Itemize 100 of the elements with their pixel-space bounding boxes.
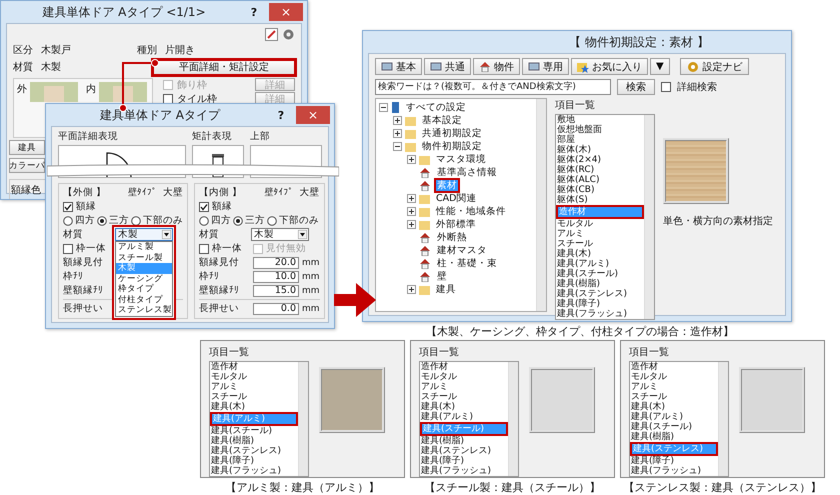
- expand-icon[interactable]: [407, 285, 416, 294]
- list-heading: 項目一覧: [555, 99, 596, 112]
- toolbar-button[interactable]: 基本: [375, 58, 422, 75]
- expand-icon[interactable]: [393, 116, 402, 125]
- side-button[interactable]: 建具: [9, 140, 45, 155]
- tree-item[interactable]: CAD関連: [433, 191, 480, 206]
- radio-label: 三方: [245, 214, 265, 227]
- house-icon: [419, 180, 431, 191]
- tree-item[interactable]: 柱・基礎・束: [434, 256, 500, 271]
- close-button[interactable]: ×: [296, 106, 330, 124]
- field-label: 額縁見付: [199, 256, 240, 269]
- folder-icon: [405, 116, 416, 126]
- checkbox-label: 枠一体: [76, 242, 106, 255]
- folder-icon: [405, 128, 416, 138]
- panel-heading: 【外側 】: [63, 186, 106, 199]
- toolbar-button[interactable]: お気に入り: [571, 58, 648, 75]
- expand-icon[interactable]: [407, 207, 416, 216]
- search-button[interactable]: 検索: [617, 79, 655, 95]
- view-label: 平面詳細表現: [58, 130, 119, 143]
- checkbox[interactable]: [199, 202, 209, 212]
- house-icon: [419, 271, 431, 282]
- expand-icon[interactable]: [393, 129, 402, 138]
- material-select[interactable]: 木製: [251, 228, 309, 241]
- radio-label: 四方: [211, 214, 231, 227]
- radio-button[interactable]: [199, 216, 209, 226]
- radio-button[interactable]: [97, 216, 107, 226]
- field-label: 壁ﾀｲﾌﾟ: [128, 186, 157, 199]
- list-heading: 項目一覧: [419, 346, 460, 359]
- toolbar-button[interactable]: 専用: [522, 58, 569, 75]
- field-label: 材質: [13, 60, 33, 74]
- radio-button[interactable]: [233, 216, 243, 226]
- tree-item[interactable]: 物件初期設定: [419, 139, 485, 154]
- checkbox[interactable]: [661, 82, 671, 92]
- list-heading: 項目一覧: [209, 346, 250, 359]
- checkbox-label: 額縁: [76, 200, 96, 213]
- example-caption: 【アルミ製：建具（アルミ）】: [224, 480, 380, 495]
- field-label: 枠ﾁﾘ: [199, 270, 220, 283]
- field-value: 木製戸: [41, 44, 71, 56]
- tree-item[interactable]: 基本設定: [419, 113, 465, 128]
- section-label: 額縁色: [11, 185, 41, 196]
- tree-item[interactable]: マスタ環境: [433, 152, 489, 167]
- tree-item[interactable]: 性能・地域条件: [433, 204, 509, 219]
- window-title: 【 物件初期設定：素材 】: [568, 34, 710, 50]
- field-label: 壁額縁ﾁﾘ: [199, 284, 240, 297]
- expand-icon[interactable]: [407, 194, 416, 203]
- collapse-icon[interactable]: [393, 142, 402, 151]
- settings-button[interactable]: 平面詳細・矩計設定: [153, 60, 295, 74]
- tree-item[interactable]: 外部標準: [433, 217, 479, 232]
- number-field[interactable]: 15.0: [253, 284, 299, 296]
- unit-label: mm: [302, 304, 320, 314]
- tree-item[interactable]: 外断熱: [434, 230, 470, 245]
- folder-icon: [419, 284, 430, 294]
- tree-item[interactable]: 建具: [433, 282, 459, 297]
- field-label: 額縁見付: [63, 256, 104, 269]
- door-preview-image: [30, 82, 78, 102]
- help-button[interactable]: ?: [270, 108, 292, 122]
- expand-icon[interactable]: [407, 220, 416, 229]
- field-label: 壁額縁ﾁﾘ: [63, 284, 104, 297]
- search-field[interactable]: 検索ワードは？(複数可。＆付きでAND検索文字): [375, 79, 611, 95]
- field-value: 大壁: [300, 186, 320, 199]
- number-field[interactable]: 10.0: [253, 270, 299, 282]
- radio-button[interactable]: [63, 216, 73, 226]
- checkbox[interactable]: [63, 244, 73, 254]
- expand-icon[interactable]: [407, 155, 416, 164]
- checkbox-label: 額縁: [212, 200, 232, 213]
- folder-icon: [405, 142, 416, 152]
- tree-item[interactable]: 基準高さ情報: [434, 165, 500, 180]
- field-label: 壁ﾀｲﾌﾟ: [264, 186, 294, 199]
- gear-icon[interactable]: [282, 28, 295, 40]
- radio-button[interactable]: [267, 216, 277, 226]
- checkbox[interactable]: [199, 244, 209, 254]
- toolbar-button[interactable]: 設定ナビ: [680, 58, 749, 75]
- dropdown-option[interactable]: ステンレス製: [116, 305, 172, 316]
- settings-caption: 【木製、ケーシング、枠タイプ、付柱タイプの場合：造作材】: [425, 324, 735, 339]
- house-icon: [479, 61, 491, 72]
- number-field[interactable]: 0.0: [253, 302, 299, 314]
- toolbar-button[interactable]: 物件: [473, 58, 520, 75]
- tree-item[interactable]: 建材マスタ: [434, 243, 490, 258]
- checkbox[interactable]: [163, 94, 173, 104]
- checkbox[interactable]: [63, 202, 73, 212]
- option-label: タイル枠: [177, 92, 217, 106]
- field-label: 長押せい: [199, 302, 240, 315]
- house-icon: [419, 232, 431, 243]
- pen-icon[interactable]: [265, 28, 278, 40]
- collapse-icon[interactable]: [379, 103, 388, 112]
- book-icon: [391, 102, 400, 113]
- dropdown-button[interactable]: ▼: [650, 58, 670, 75]
- unit-label: mm: [302, 272, 320, 282]
- help-button[interactable]: ?: [243, 6, 265, 18]
- number-field[interactable]: 20.0: [253, 256, 299, 268]
- tree-item[interactable]: 壁: [434, 269, 450, 284]
- material-select[interactable]: 木製: [115, 228, 173, 241]
- close-button[interactable]: ×: [269, 3, 303, 21]
- radio-button[interactable]: [131, 216, 141, 226]
- tree-item[interactable]: 共通初期設定: [419, 126, 485, 141]
- side-button[interactable]: カラーパ: [9, 158, 45, 173]
- toolbar-button[interactable]: 共通: [424, 58, 471, 75]
- tree-item[interactable]: すべての設定: [403, 100, 469, 115]
- radio-label: 四方: [75, 214, 95, 227]
- window-title: 建具単体ドア Aタイプ: [98, 106, 222, 124]
